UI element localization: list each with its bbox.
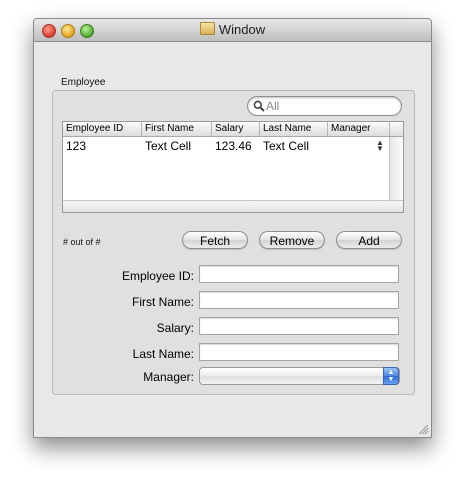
cell-employee-id[interactable]: 123 <box>63 138 86 155</box>
search-icon <box>253 100 265 112</box>
resize-grip-icon[interactable] <box>418 424 429 435</box>
cell-last-name[interactable]: Text Cell <box>260 138 309 155</box>
cell-first-name[interactable]: Text Cell <box>142 138 191 155</box>
table-row[interactable]: 123 Text Cell 123.46 Text Cell ▲ ▼ <box>63 138 389 155</box>
employee-id-field[interactable] <box>199 265 399 283</box>
table-header: Employee ID First Name Salary Last Name … <box>63 122 403 137</box>
first-name-label: First Name: <box>131 295 194 309</box>
record-count: # out of # <box>63 237 101 247</box>
popup-arrows-icon[interactable]: ▲ ▼ <box>383 367 399 385</box>
column-header-last-name[interactable]: Last Name <box>260 122 328 136</box>
employee-table[interactable]: Employee ID First Name Salary Last Name … <box>62 121 404 213</box>
add-button[interactable]: Add <box>336 231 402 249</box>
search-field[interactable] <box>247 96 402 116</box>
manager-label: Manager: <box>143 370 194 384</box>
cell-salary[interactable]: 123.46 <box>212 138 252 155</box>
column-header-corner <box>390 122 403 136</box>
remove-button[interactable]: Remove <box>259 231 325 249</box>
salary-label: Salary: <box>156 321 194 335</box>
vertical-scrollbar[interactable] <box>389 137 403 200</box>
horizontal-scrollbar[interactable] <box>63 200 403 212</box>
sort-stepper-icon[interactable]: ▲ ▼ <box>376 139 384 153</box>
employee-box-label: Employee <box>61 77 106 88</box>
salary-field[interactable] <box>199 317 399 335</box>
last-name-label: Last Name: <box>132 347 194 361</box>
employee-id-label: Employee ID: <box>121 269 194 283</box>
column-header-first-name[interactable]: First Name <box>142 122 212 136</box>
cell-manager[interactable] <box>328 138 331 155</box>
column-header-manager[interactable]: Manager <box>328 122 390 136</box>
first-name-field[interactable] <box>199 291 399 309</box>
column-header-salary[interactable]: Salary <box>212 122 260 136</box>
column-header-employee-id[interactable]: Employee ID <box>63 122 142 136</box>
fetch-button[interactable]: Fetch <box>182 231 248 249</box>
manager-popup[interactable]: ▲ ▼ <box>199 367 400 385</box>
window-content: Employee Employee ID First Name Salary L… <box>34 19 431 437</box>
last-name-field[interactable] <box>199 343 399 361</box>
search-input[interactable] <box>266 98 392 113</box>
